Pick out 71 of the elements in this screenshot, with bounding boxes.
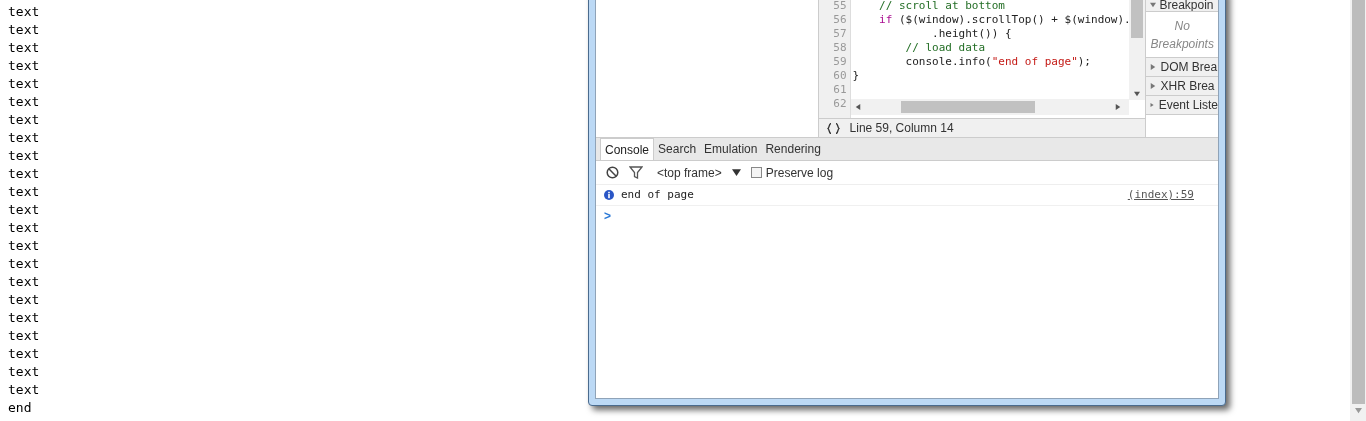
code-line: console.info("end of page");	[904, 55, 1091, 68]
breakpoints-header[interactable]: Breakpoin	[1146, 0, 1218, 12]
scrollbar-thumb[interactable]	[1131, 0, 1144, 38]
page-text-line: text	[8, 238, 40, 253]
pretty-print-icon[interactable]	[826, 122, 840, 134]
page-text-line: text	[8, 364, 40, 379]
expand-icon[interactable]	[1150, 1, 1157, 8]
page-text-line: text	[8, 76, 40, 91]
line-number: 57	[833, 27, 847, 40]
expand-icon[interactable]	[1150, 102, 1155, 108]
page-text-line: text	[8, 4, 40, 19]
info-icon	[604, 190, 614, 200]
page-text-line: text	[8, 130, 40, 145]
line-number: 56	[833, 13, 847, 26]
line-number: 58	[833, 41, 847, 54]
filter-icon[interactable]	[629, 166, 643, 179]
page-text-line: text	[8, 292, 40, 307]
page-text-line: text	[8, 94, 40, 109]
source-link[interactable]: (index):59	[1127, 186, 1194, 204]
expand-icon[interactable]	[1150, 83, 1157, 89]
frame-select[interactable]: <top frame>	[657, 163, 722, 182]
page-text-line: text	[8, 58, 40, 73]
code-line: .height()) {	[931, 27, 1012, 40]
page-text-line: text	[8, 220, 40, 235]
clear-console-icon[interactable]	[606, 166, 619, 179]
preserve-log-label: Preserve log	[765, 164, 834, 182]
page-text-line: text	[8, 22, 40, 37]
code-line: if ($(window).scrollTop() + $(window).	[878, 13, 1131, 26]
code-line: // scroll at bottom	[878, 0, 1005, 12]
line-number: 60	[833, 69, 847, 82]
page-text-line: text	[8, 166, 40, 181]
page-text-line: text	[8, 148, 40, 163]
preserve-log-checkbox[interactable]	[750, 167, 762, 178]
code-line: // load data	[904, 41, 986, 54]
line-number: 61	[833, 83, 847, 96]
scroll-left-icon[interactable]	[854, 104, 861, 110]
page-text-line: text	[8, 328, 40, 343]
code-scrollbar-vertical[interactable]	[1129, 0, 1146, 100]
page-text-line: text	[8, 112, 40, 127]
page-text-line: text	[8, 382, 40, 397]
console-prompt[interactable]: >	[604, 207, 611, 225]
scrollbar-thumb[interactable]	[900, 101, 1035, 113]
code-scrollbar-horizontal[interactable]	[850, 99, 1130, 115]
sidebar-section-header[interactable]: XHR Brea	[1146, 77, 1218, 96]
empty-breakpoints-text: No Breakpoints	[1149, 17, 1215, 53]
page-text-line: text	[8, 310, 40, 325]
scrollbar-thumb[interactable]	[1351, 0, 1365, 404]
console-message: end of page	[621, 186, 695, 203]
line-number: 62	[833, 97, 847, 110]
page-text-line: text	[8, 184, 40, 199]
expand-icon[interactable]	[1150, 64, 1157, 70]
dropdown-icon[interactable]	[731, 168, 741, 177]
drawer-tab[interactable]: Search	[654, 138, 701, 160]
page-text-line: text	[8, 274, 40, 289]
drawer-tab[interactable]: Rendering	[761, 138, 825, 160]
line-number: 55	[833, 0, 847, 12]
page-scrollbar[interactable]	[1350, 0, 1366, 421]
sidebar-section-header[interactable]: Event Liste	[1146, 96, 1218, 115]
page-text-line: text	[8, 202, 40, 217]
cursor-position: Line 59, Column 14	[849, 120, 954, 137]
page-text-line: text	[8, 346, 40, 361]
drawer-tab[interactable]: Emulation	[700, 138, 762, 160]
sidebar-section-header[interactable]: DOM Brea	[1146, 58, 1218, 77]
page-text-line: text	[8, 256, 40, 271]
code-line: }	[852, 69, 860, 82]
scroll-right-icon[interactable]	[1114, 104, 1121, 110]
line-number: 59	[833, 55, 847, 68]
scroll-down-icon[interactable]	[1134, 91, 1141, 97]
page-text-line: text	[8, 40, 40, 55]
page-text-line: end	[8, 400, 32, 415]
drawer-tab[interactable]: Console	[600, 138, 655, 160]
